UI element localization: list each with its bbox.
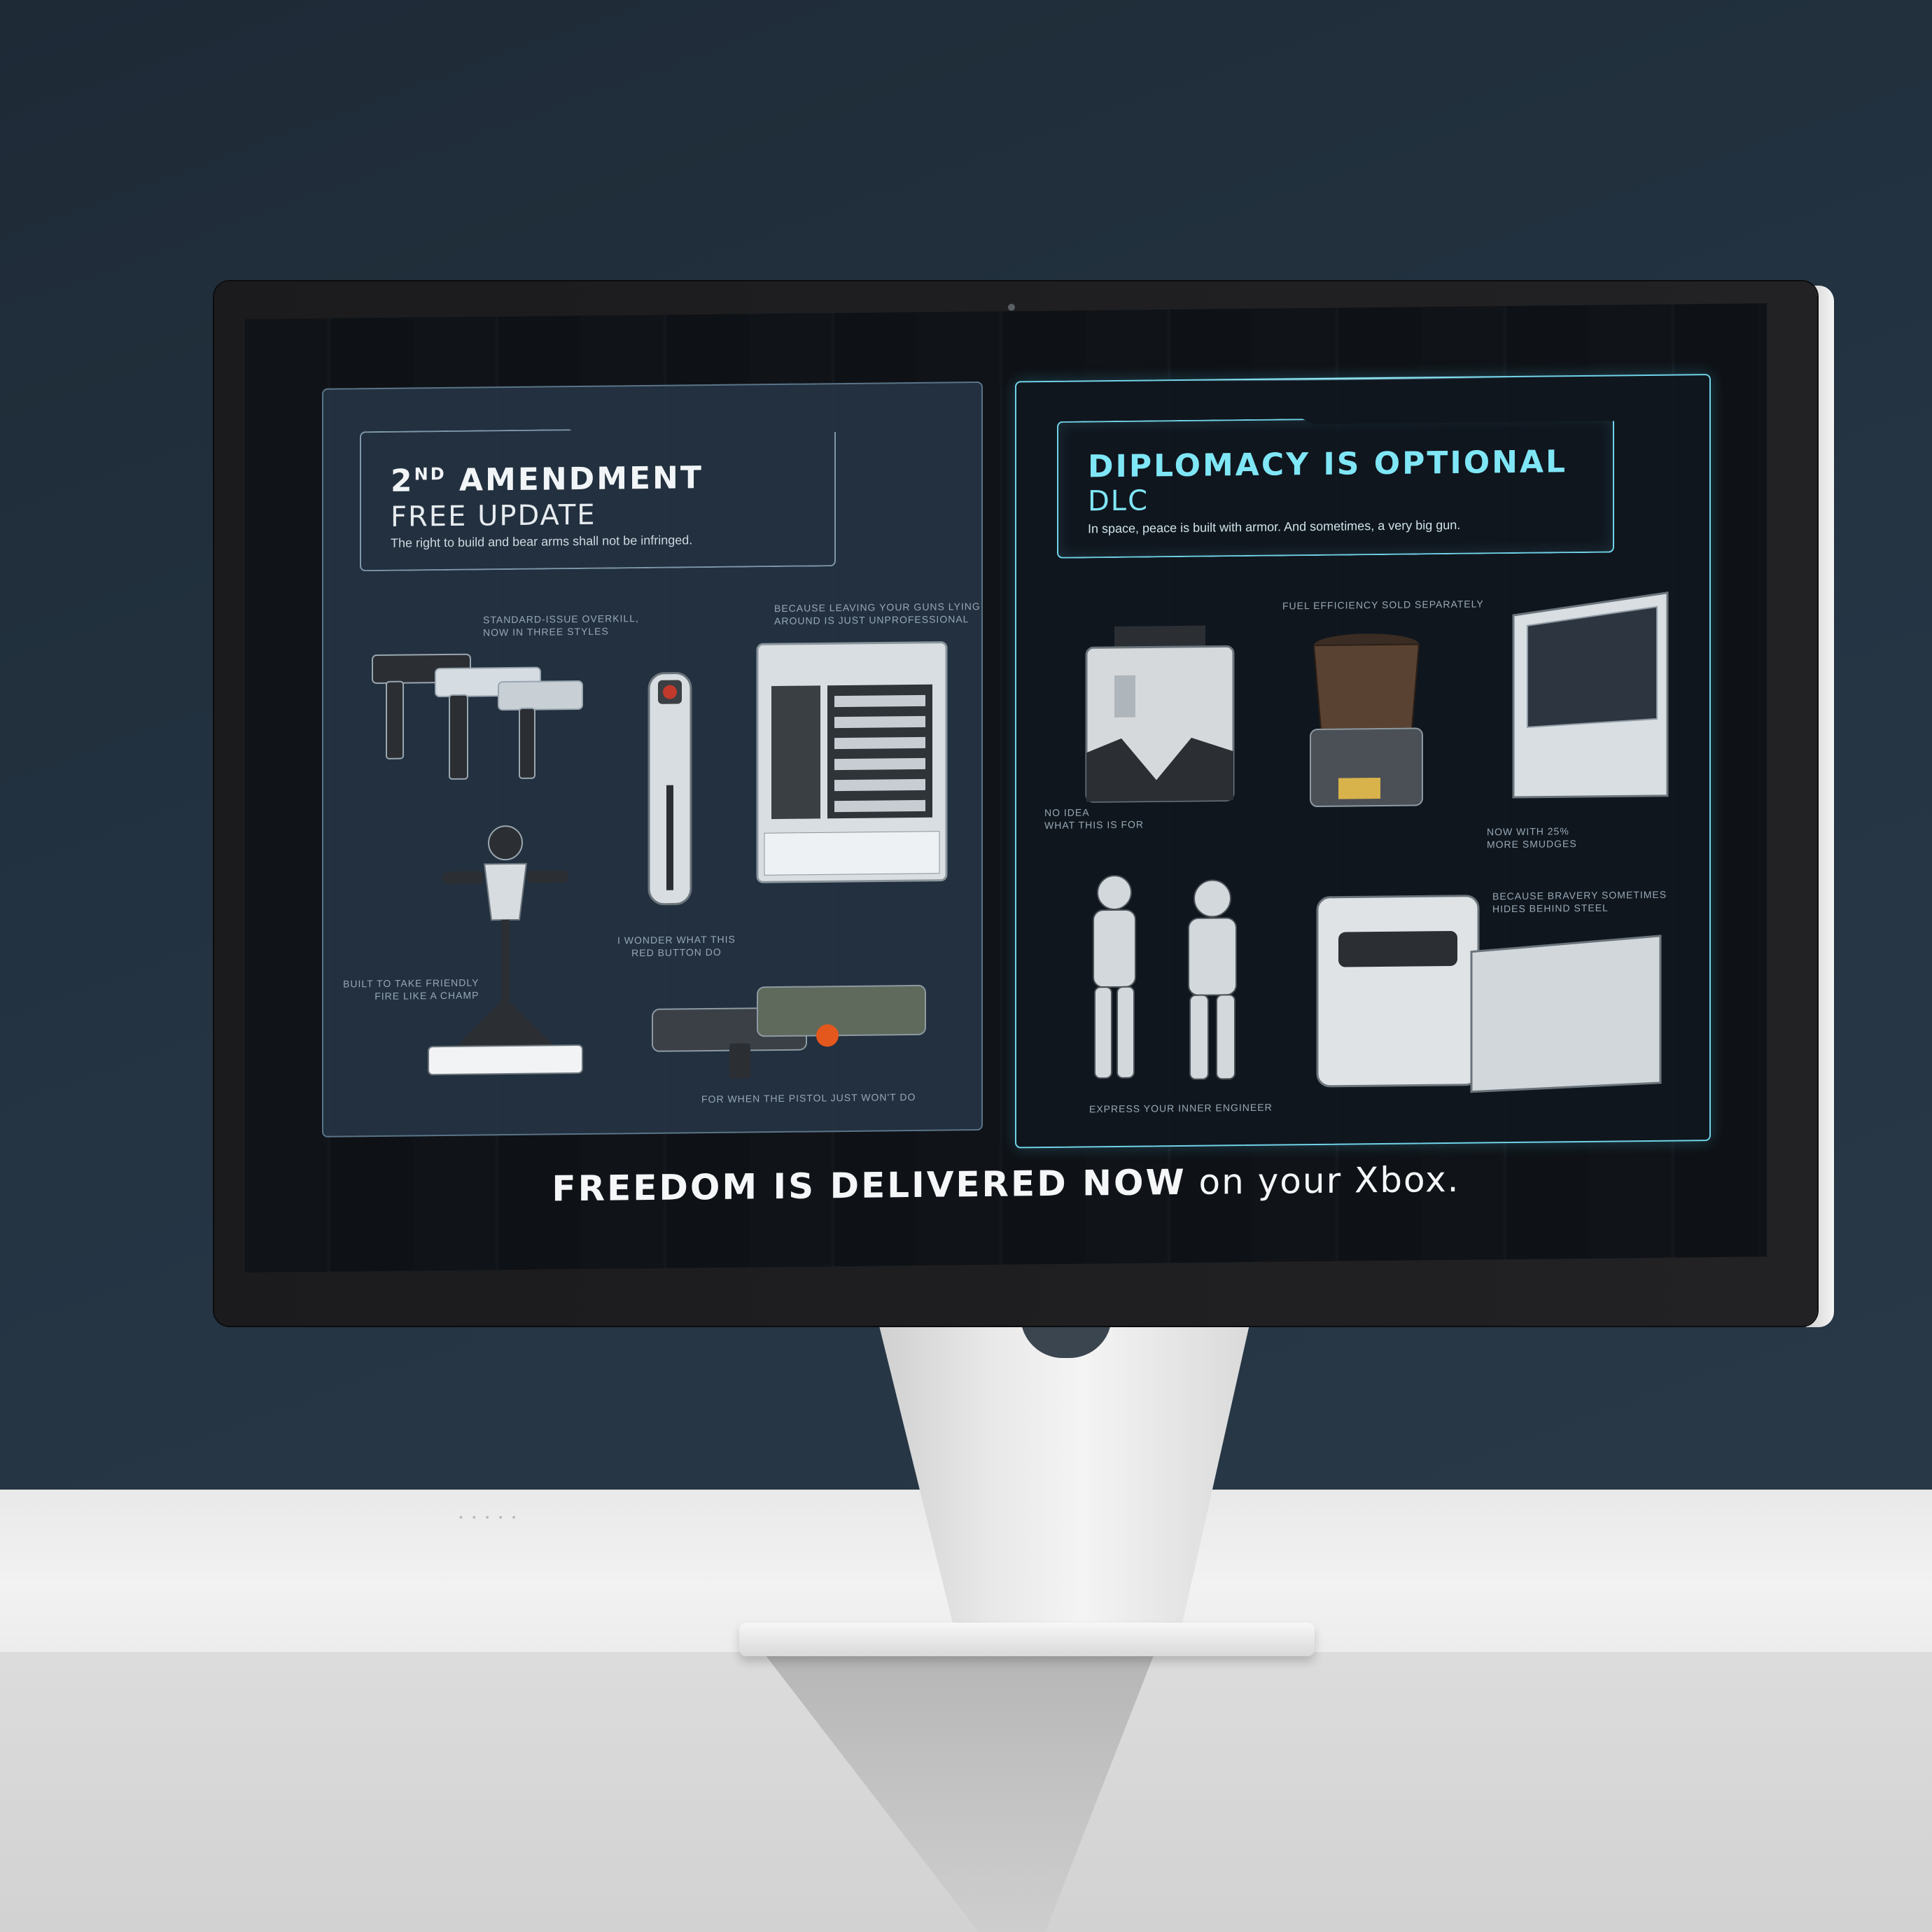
caption-locker: BECAUSE LEAVING YOUR GUNS LYING AROUND I… [774,600,981,627]
space-suits-image [1093,874,1237,1080]
caption-line: FIRE LIKE A CHAMP [374,989,479,1002]
panel-glow [1156,374,1548,383]
free-update-panel: 2ND AMENDMENT FREE UPDATE The right to b… [322,381,983,1138]
webcam-icon [1008,304,1015,311]
caption-turret: BUILT TO TAKE FRIENDLY FIRE LIKE A CHAMP [343,976,479,1002]
window-panel-image [1512,591,1669,799]
dlc-tagline: In space, peace is built with armor. And… [1088,517,1461,536]
target-dummy-image [428,825,583,1076]
weapon-locker-image [756,641,948,883]
free-update-tagline: The right to build and bear arms shall n… [391,533,693,550]
title-number: 2 [391,463,414,499]
dlc-subtitle: DLC [1088,484,1149,518]
tagline-bold: FREEDOM IS DELIVERED NOW [552,1161,1186,1210]
caption-thruster: FUEL EFFICIENCY SOLD SEPARATELY [1282,597,1484,612]
caption-line: EXPRESS YOUR INNER ENGINEER [1089,1101,1273,1115]
mystery-block-image [1085,625,1235,803]
tagline-light: on your Xbox. [1186,1158,1460,1203]
caption-line: FOR WHEN THE PISTOL JUST WON'T DO [701,1091,916,1105]
caption-window: NOW WITH 25% MORE SMUDGES [1487,825,1577,850]
xbox-tagline: FREEDOM IS DELIVERED NOW on your Xbox. [245,1156,1767,1212]
caption-suits: EXPRESS YOUR INNER ENGINEER [1089,1101,1273,1116]
caption-line: HIDES BEHIND STEEL [1492,902,1609,915]
monitor-stand-base [739,1623,1315,1656]
dlc-title: DIPLOMACY IS OPTIONAL [1088,444,1568,485]
red-button-post-image [648,672,692,906]
dlc-panel: DIPLOMACY IS OPTIONAL DLC In space, peac… [1015,374,1711,1149]
caption-armor: BECAUSE BRAVERY SOMETIMES HIDES BEHIND S… [1492,888,1667,916]
caption-line: NO IDEA [1044,806,1090,819]
rifles-image [652,984,926,1079]
thruster-image [1310,634,1423,807]
free-update-subtitle: FREE UPDATE [391,498,596,533]
monitor-screen: 2ND AMENDMENT FREE UPDATE The right to b… [245,303,1767,1273]
caption-line: BECAUSE BRAVERY SOMETIMES [1492,888,1667,902]
table-dots: ••••• [459,1511,526,1522]
caption-line: NOW WITH 25% [1487,825,1569,838]
caption-line: RED BUTTON DO [631,946,722,959]
caption-line: I WONDER WHAT THIS [617,933,736,946]
caption-line: STANDARD-ISSUE OVERKILL, [483,612,639,626]
title-text: AMENDMENT [446,460,704,498]
caption-line: AROUND IS JUST UNPROFESSIONAL [774,613,969,627]
dlc-header: DIPLOMACY IS OPTIONAL DLC In space, peac… [1057,416,1614,559]
caption-block: NO IDEA WHAT THIS IS FOR [1044,806,1144,832]
free-update-title: 2ND AMENDMENT [391,460,704,499]
pistols-image [372,653,583,780]
caption-rifles: FOR WHEN THE PISTOL JUST WON'T DO [701,1091,916,1105]
caption-button: I WONDER WHAT THIS RED BUTTON DO [617,933,736,960]
caption-line: MORE SMUDGES [1487,838,1577,850]
free-update-header: 2ND AMENDMENT FREE UPDATE The right to b… [360,426,836,571]
caption-line: BUILT TO TAKE FRIENDLY [343,976,479,990]
caption-line: WHAT THIS IS FOR [1044,818,1144,832]
title-ordinal: ND [414,463,447,484]
caption-line: FUEL EFFICIENCY SOLD SEPARATELY [1282,598,1484,612]
scene: ••••• 2ND AMENDMENT FREE UPDATE The righ… [0,0,1932,1932]
